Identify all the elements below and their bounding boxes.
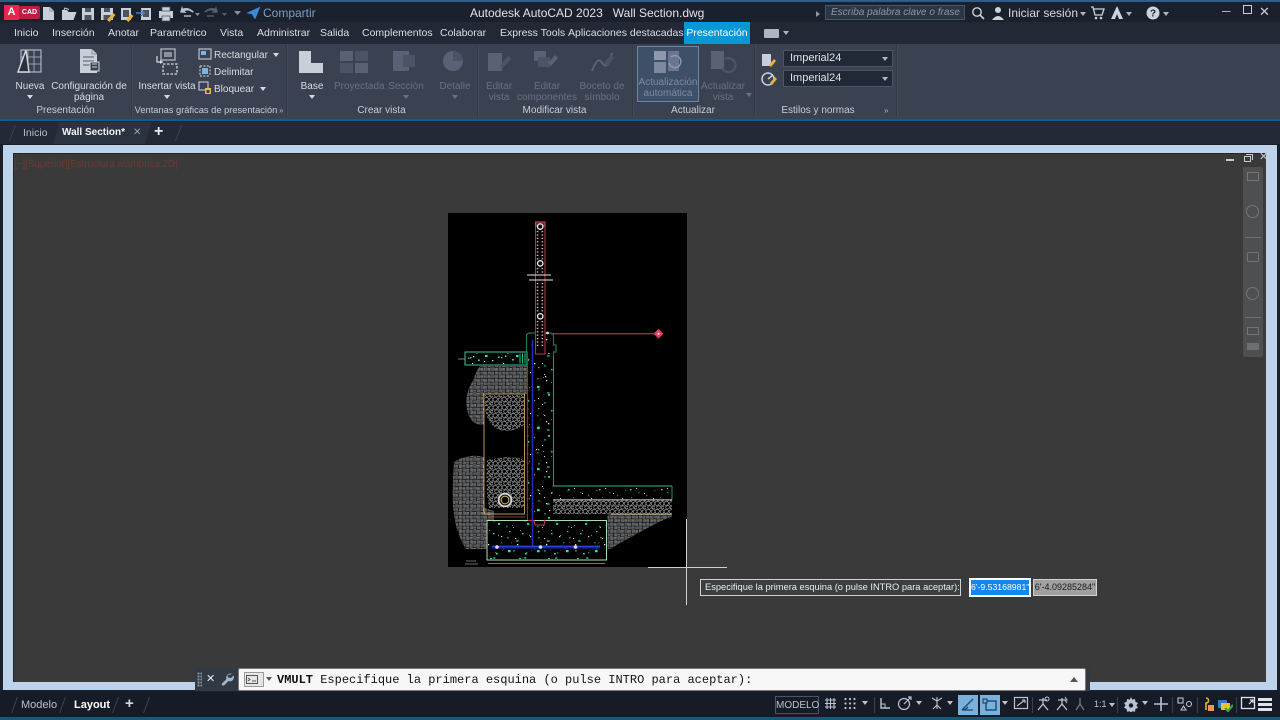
svg-text:?: ?	[1150, 9, 1156, 20]
